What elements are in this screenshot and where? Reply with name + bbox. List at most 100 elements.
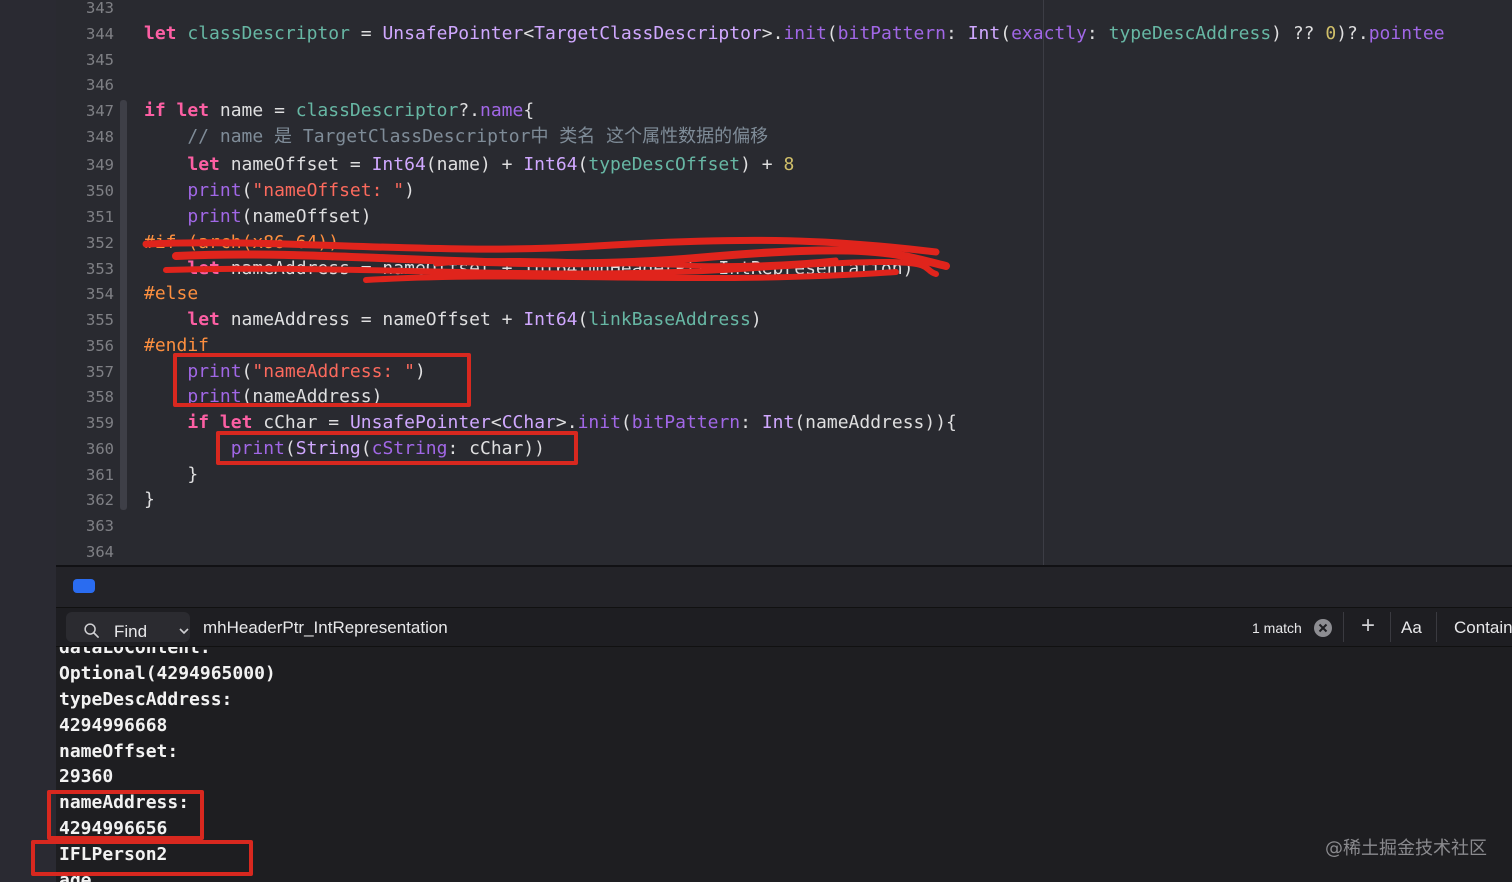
debug-bar [56,567,1512,608]
console-line: typeDescAddress: [59,689,233,710]
code-line: let classDescriptor = UnsafePointer<Targ… [144,21,1445,47]
line-number: 350 [86,182,114,200]
code-token: = [349,23,383,44]
code-token: ( [1000,23,1012,44]
console-line: dataLoContent: [59,647,211,658]
code-token: (nameAddress)){ [794,412,957,433]
line-number: 353 [86,260,114,278]
code-token: UnsafePointer [349,412,491,433]
highlight-box-print-cstring [216,431,578,465]
code-line: print(nameOffset) [144,204,372,230]
code-token: 0 [1325,23,1337,44]
code-token: name [480,100,524,121]
debug-console-output[interactable]: dataLoContent: Optional(4294965000) type… [56,647,1512,882]
find-search-input[interactable]: mhHeaderPtr_IntRepresentation [203,618,448,638]
code-token: print [187,206,242,227]
code-line: // name 是 TargetClassDescriptor中 类名 这个属性… [144,124,768,150]
code-token: 8 [783,154,795,175]
find-mode-control[interactable]: Find [66,612,190,642]
code-token: Int64 [523,309,578,330]
line-number: 356 [86,337,114,355]
code-token: bitPattern [837,23,947,44]
window-left-strip [0,0,56,882]
console-line: nameOffset: [59,741,179,762]
line-number: 363 [86,517,114,535]
code-token: : [1086,23,1109,44]
code-token: classDescriptor [187,23,350,44]
code-token: : [946,23,968,44]
code-token: classDescriptor [295,100,459,121]
code-token: { [523,100,535,121]
findbar-divider [1390,612,1391,642]
code-token: (nameOffset) [241,206,372,227]
code-token: "nameOffset: " [252,180,405,201]
findbar-divider [1436,612,1437,642]
code-token: (name) + [425,154,524,175]
code-token: ( [620,412,632,433]
code-token: bitPattern [631,412,741,433]
code-token: ) ?? [1271,23,1326,44]
code-token: >. [761,23,784,44]
line-number: 345 [86,51,114,69]
highlight-box-classname-output [31,840,253,876]
code-token: ( [241,180,253,201]
red-scribble-strikeout [142,236,950,283]
code-token: // name 是 TargetClassDescriptor中 类名 这个属性… [144,126,769,147]
code-token: : [740,412,762,433]
add-find-option-button[interactable]: + [1356,614,1380,640]
code-token: Int [967,23,1001,44]
match-case-toggle[interactable]: Aa [1401,618,1422,638]
code-token: pointee [1368,23,1445,44]
line-number: 354 [86,285,114,303]
find-bar: Find mhHeaderPtr_IntRepresentation 1 mat… [56,608,1512,647]
code-token: if [187,412,210,433]
fold-ribbon[interactable] [120,100,127,510]
match-type-menu[interactable]: Contains [1454,618,1512,638]
code-token: if [144,100,166,121]
code-token: nameAddress = nameOffset + [219,309,524,330]
code-editor[interactable]: 343 344 345 346 347 348 349 350 351 352 … [56,0,1512,565]
code-token: let [219,412,253,433]
find-mode-label: Find [114,622,148,641]
code-token: } [144,464,199,485]
code-token: let [187,154,220,175]
line-number: 360 [86,440,114,458]
line-number: 348 [86,128,114,146]
line-number-gutter: 343 344 345 346 347 348 349 350 351 352 … [56,0,118,565]
console-toggle-button[interactable] [73,579,95,593]
code-token: Int64 [523,154,578,175]
code-token: init [577,412,621,433]
line-number: 343 [86,0,114,17]
code-token: >. [555,412,578,433]
code-token: ?. [458,100,480,121]
code-token: Int64 [371,154,426,175]
code-token: ) [404,180,415,201]
line-number: 349 [86,156,114,174]
code-token: ( [577,309,589,330]
code-token: typeDescAddress [1108,23,1272,44]
code-line: let nameOffset = Int64(name) + Int64(typ… [144,152,794,178]
chevron-down-icon [179,628,189,635]
findbar-divider [1343,612,1344,642]
line-number: 357 [86,363,114,381]
code-token: < [490,412,502,433]
code-token: linkBaseAddress [588,309,751,330]
line-number: 359 [86,414,114,432]
code-token: TargetClassDescriptor [534,23,762,44]
watermark: @稀土掘金技术社区 [1325,838,1487,859]
line-number: 346 [86,76,114,94]
code-token: ( [577,154,589,175]
code-token: name = [209,100,296,121]
line-number: 351 [86,208,114,226]
console-line: 29360 [59,766,114,787]
line-number: 355 [86,311,114,329]
code-token: ( [826,23,838,44]
clear-search-icon[interactable] [1313,618,1333,638]
code-token: CChar [501,412,556,433]
